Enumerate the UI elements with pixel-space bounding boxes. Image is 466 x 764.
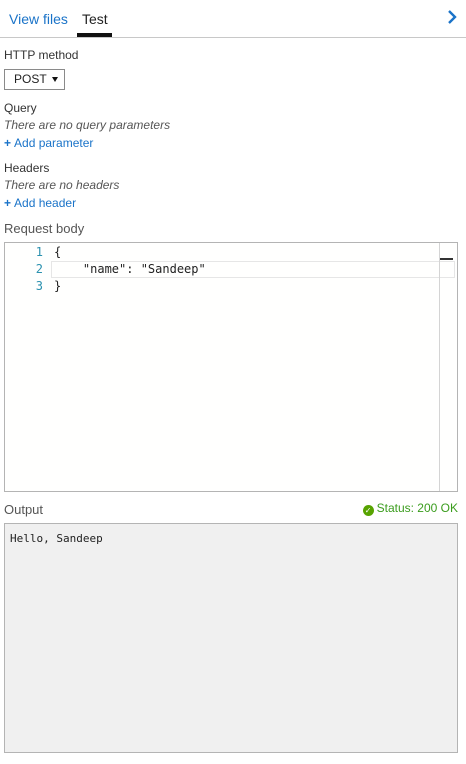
query-label: Query (4, 101, 37, 115)
active-tab-indicator (77, 33, 112, 37)
code-line: { (54, 245, 62, 259)
http-method-value: POST (14, 72, 47, 86)
line-number: 1 (35, 245, 43, 259)
tab-bar: View files Test (0, 0, 466, 38)
dropdown-arrow-icon (52, 77, 58, 82)
add-header-label: Add header (14, 196, 77, 210)
request-body-editor[interactable]: 1 { 2 "name": "Sandeep" 3 } (4, 242, 458, 492)
code-line: "name": "Sandeep" (54, 262, 206, 276)
add-parameter-link[interactable]: + Add parameter (4, 136, 93, 151)
plus-icon: + (4, 196, 12, 210)
add-parameter-label: Add parameter (14, 136, 94, 150)
chevron-right-icon (448, 10, 457, 24)
check-circle-icon: ✓ (362, 505, 374, 516)
line-number: 3 (35, 279, 43, 293)
code-line: } (54, 279, 62, 293)
tab-view-files[interactable]: View files (9, 10, 68, 28)
output-panel: Hello, Sandeep (4, 523, 458, 753)
collapse-panel-button[interactable] (446, 8, 460, 26)
minimap-marker (440, 258, 453, 260)
tab-test[interactable]: Test (82, 10, 108, 28)
status-badge: ✓ Status: 200 OK (362, 501, 458, 516)
query-empty-text: There are no query parameters (4, 118, 171, 132)
add-header-link[interactable]: + Add header (4, 196, 76, 211)
status-text: Status: 200 OK (376, 501, 458, 515)
headers-label: Headers (4, 161, 50, 175)
request-body-label: Request body (4, 221, 85, 236)
editor-ruler (439, 243, 440, 491)
http-method-select[interactable]: POST (4, 69, 65, 90)
plus-icon: + (4, 136, 12, 150)
output-label: Output (4, 502, 44, 517)
http-method-label: HTTP method (4, 48, 79, 62)
line-number: 2 (35, 262, 43, 276)
headers-empty-text: There are no headers (4, 178, 120, 192)
